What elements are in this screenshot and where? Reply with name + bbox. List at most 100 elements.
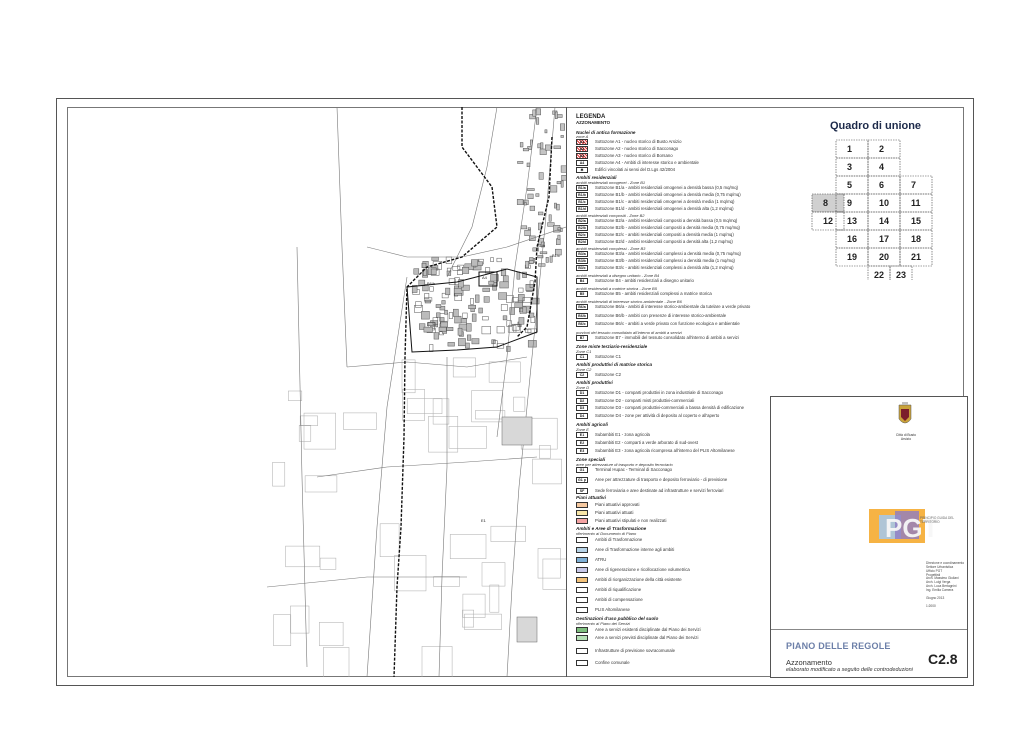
union-cell-label: 11 (911, 198, 921, 208)
legend-row: A1 Sottozone A1 - nucleo storico di Busto… (576, 139, 768, 146)
legend-heading: Piani attuativi (576, 495, 606, 500)
parcel (343, 412, 377, 430)
building (468, 304, 476, 309)
legend-label: Ambiti di riorganizzazione della città e… (595, 577, 682, 582)
legend-label: Sottozone C1 (595, 354, 622, 359)
legend-row: E3 Subambiti E3 - zona agricola ricompres… (576, 448, 768, 455)
parcel (475, 410, 506, 420)
legend-swatch: E1 (576, 432, 588, 438)
building (528, 260, 534, 264)
building (506, 345, 511, 352)
building (537, 143, 542, 149)
building (538, 172, 544, 180)
building (527, 193, 534, 199)
document-subtitle: elaborato modificato a seguito delle con… (786, 667, 913, 673)
legend-label: Sottozone B3/b - ambiti residenziali com… (595, 258, 735, 263)
legend-row: B3/a Sottozone B3/a - ambiti residenziali… (576, 251, 768, 258)
building (556, 181, 562, 185)
building (560, 180, 564, 188)
building (429, 286, 434, 292)
legend-label: Sottozone B1/c - ambiti residenziali omo… (595, 199, 735, 204)
street (266, 576, 467, 588)
building (532, 109, 537, 117)
map-canvas[interactable]: B1/b B1/c A4 B6/b E1 (67, 107, 566, 677)
building (532, 247, 539, 252)
union-cell-label: 7 (911, 180, 916, 190)
legend-label: Sottozone D4 - zone per attività di depo… (595, 413, 720, 418)
building (447, 342, 455, 347)
legend-swatch: G1 p (576, 477, 588, 483)
legend-label: Aree per attrezzature di trasporto e dep… (595, 477, 728, 482)
building (527, 227, 531, 231)
union-cell-label: 1 (847, 144, 852, 154)
union-cell-label: 15 (911, 216, 921, 226)
credit-line: Ing. Emilia Carnera (926, 587, 954, 592)
parking-area (501, 416, 533, 446)
legend-label: Sottozone C2 (595, 372, 622, 377)
legend-row: B6/c Sottozone B6/c - ambiti a verde priv… (576, 321, 768, 328)
union-cell-label: 8 (823, 198, 828, 208)
legend-row: G1 p Aree per attrezzature di trasporto e… (576, 477, 768, 484)
union-cell-label: 4 (879, 162, 884, 172)
union-cell-label: 5 (847, 180, 852, 190)
plan-name: PIANO DELLE REGOLE (786, 641, 891, 651)
building (553, 145, 561, 149)
legend-row: D1 Sottozone D1 - comparti produttivi in … (576, 390, 768, 397)
legend-row: Aree di Trasformazione interne agli ambi… (576, 547, 768, 554)
building (502, 275, 509, 283)
legend-swatch (576, 510, 588, 516)
building (427, 322, 436, 326)
legend-swatch: B7 (576, 335, 588, 341)
union-cell-label: 23 (896, 270, 906, 280)
legend-swatch: B2/c (576, 232, 588, 238)
legend-row: E1 Subambiti E1 - zona agricola (576, 432, 768, 439)
parcel (273, 614, 292, 646)
building (457, 327, 463, 336)
pgt-subtitle: PRINCIPIO GUIDA DEL TERRITORIO (920, 516, 955, 524)
title-block: PGT Direzione e coordinamento Settore Urb… (770, 396, 968, 678)
legend-row: A4 Sottozone A4 - Ambiti di interesse sto… (576, 160, 768, 167)
union-cell-label: 14 (879, 216, 889, 226)
legend-label: Ambiti di compensazione (595, 597, 643, 602)
union-cell-label: 21 (911, 252, 921, 262)
legend-label: Terminal Hupac - Terminal di Sacconago (595, 467, 673, 472)
legend-row: B1/c Sottozone B1/c - ambiti residenziali… (576, 199, 768, 206)
building (548, 214, 552, 222)
legend-row: B1/a Sottozone B1/a - ambiti residenziali… (576, 185, 768, 192)
building (527, 188, 535, 191)
sheet-code: C2.8 (928, 651, 958, 667)
legend-swatch: B6/a (576, 304, 588, 310)
building (441, 300, 446, 305)
building (539, 251, 548, 255)
legend-swatch (576, 597, 588, 603)
building (467, 334, 472, 341)
legend-swatch (576, 660, 588, 666)
building (496, 257, 502, 263)
legend-swatch: E3 (576, 448, 588, 454)
building (529, 205, 535, 211)
legend-row: B7 Sottozone B7 - immobili del tessuto co… (576, 335, 768, 342)
parcel (285, 545, 321, 568)
legend-swatch: A2 (576, 146, 588, 152)
legend-label: Sottozone A1 - nucleo storico di Busto A… (595, 139, 682, 144)
legend-row: B5 Sottozone B5 - ambiti residenziali com… (576, 291, 768, 298)
building (470, 298, 474, 305)
sheet-scale: 1:2000 (926, 603, 936, 608)
legend-swatch: B5 (576, 291, 588, 297)
building (517, 161, 524, 164)
legend-swatch (576, 648, 588, 654)
legend-label: Sottozone B6/c - ambiti a verde privato … (595, 321, 740, 326)
legend-swatch: A4 (576, 160, 588, 166)
building (440, 321, 448, 328)
parcel (513, 396, 526, 412)
union-cell-label: 16 (847, 234, 857, 244)
parcel (402, 389, 425, 421)
legend-row: Piani attuativi attuati (576, 510, 768, 517)
building (549, 185, 558, 193)
parcel (401, 359, 416, 394)
legend-swatch: B6/b (576, 313, 588, 319)
union-cell-label: 20 (879, 252, 889, 262)
building (554, 111, 558, 119)
legend-row: B2/b Sottozone B2/b - ambiti residenziali… (576, 225, 768, 232)
building (429, 344, 434, 352)
